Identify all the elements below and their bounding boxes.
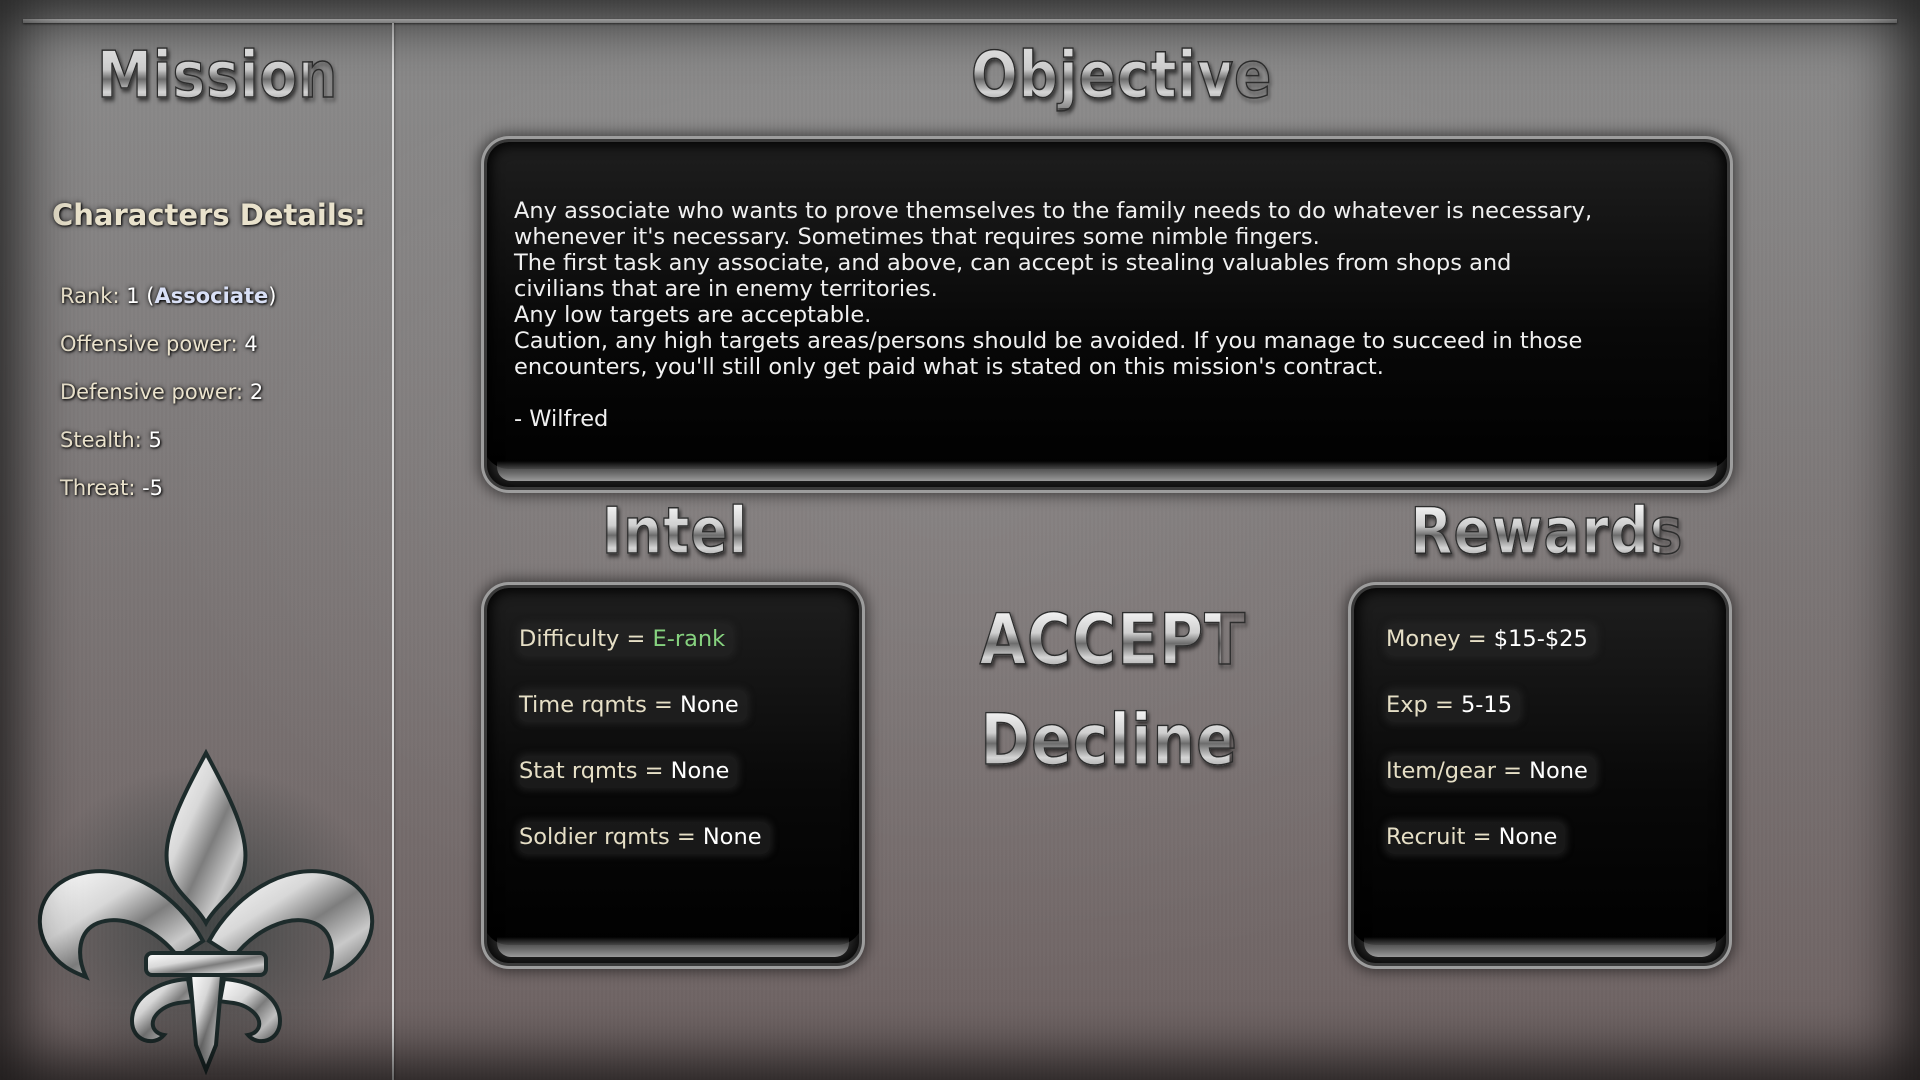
intel-list: Difficulty = E-rank Time rqmts = None St…	[519, 624, 849, 888]
intel-difficulty: Difficulty = E-rank	[519, 624, 849, 690]
top-divider	[23, 19, 1897, 23]
sidebar-divider	[392, 23, 394, 1080]
stat-stealth: Stealth: 5	[60, 428, 380, 476]
reward-money-label: Money =	[1386, 626, 1487, 652]
stat-defensive: Defensive power: 2	[60, 380, 380, 428]
intel-panel: Difficulty = E-rank Time rqmts = None St…	[487, 588, 859, 963]
objective-line: The first task any associate, and above,…	[514, 250, 1512, 276]
character-stats: Rank: 1 (Associate) Offensive power: 4 D…	[60, 284, 380, 524]
intel-stat-value: None	[670, 758, 730, 784]
objective-line: encounters, you'll still only get paid w…	[514, 354, 1384, 380]
reward-money-value: $15-$25	[1493, 626, 1588, 652]
rewards-list: Money = $15-$25 Exp = 5-15 Item/gear = N…	[1386, 624, 1716, 888]
stat-stealth-label: Stealth:	[60, 428, 142, 452]
intel-soldier-label: Soldier rqmts =	[519, 824, 696, 850]
stat-rank: Rank: 1 (Associate)	[60, 284, 380, 332]
intel-difficulty-label: Difficulty =	[519, 626, 646, 652]
reward-item: Item/gear = None	[1386, 756, 1716, 822]
stat-offensive: Offensive power: 4	[60, 332, 380, 380]
stat-rank-paren-open: (	[146, 284, 155, 308]
intel-soldier-value: None	[702, 824, 762, 850]
reward-exp: Exp = 5-15	[1386, 690, 1716, 756]
stat-rank-name: Associate	[154, 284, 269, 308]
fleur-de-lis-icon	[28, 748, 383, 1075]
rewards-heading: Rewards	[1410, 495, 1684, 569]
intel-time-label: Time rqmts =	[519, 692, 673, 718]
reward-item-label: Item/gear =	[1386, 758, 1522, 784]
objective-heading: Objective	[970, 39, 1273, 113]
objective-line: Caution, any high targets areas/persons …	[514, 328, 1583, 354]
intel-stat-label: Stat rqmts =	[519, 758, 664, 784]
stat-threat-label: Threat:	[60, 476, 136, 500]
objective-signature: - Wilfred	[514, 406, 609, 432]
reward-recruit: Recruit = None	[1386, 822, 1716, 888]
character-details-title: Characters Details:	[52, 198, 366, 232]
stat-defensive-value: 2	[249, 380, 264, 404]
intel-heading: Intel	[589, 499, 761, 565]
stat-threat-value: -5	[142, 476, 164, 500]
intel-time-value: None	[679, 692, 739, 718]
objective-spacer	[514, 380, 1704, 406]
stat-rank-value: 1	[126, 284, 140, 308]
intel-time: Time rqmts = None	[519, 690, 849, 756]
stat-stealth-value: 5	[148, 428, 162, 452]
stat-threat: Threat: -5	[60, 476, 380, 524]
objective-text: Any associate who wants to prove themsel…	[514, 198, 1704, 432]
intel-stat-chip: Stat rqmts = None	[519, 756, 738, 788]
objective-line: civilians that are in enemy territories.	[514, 276, 938, 302]
intel-soldier-chip: Soldier rqmts = None	[519, 822, 770, 854]
reward-money: Money = $15-$25	[1386, 624, 1716, 690]
reward-money-chip: Money = $15-$25	[1386, 624, 1596, 656]
reward-recruit-label: Recruit =	[1386, 824, 1492, 850]
reward-exp-value: 5-15	[1460, 692, 1513, 718]
stat-defensive-label: Defensive power:	[60, 380, 244, 404]
stat-offensive-value: 4	[244, 332, 258, 356]
mission-heading: Mission	[97, 39, 339, 113]
accept-button[interactable]: ACCEPT	[979, 604, 1246, 676]
objective-line: Any low targets are acceptable.	[514, 302, 872, 328]
reward-item-value: None	[1529, 758, 1588, 784]
intel-time-chip: Time rqmts = None	[519, 690, 747, 722]
intel-stat: Stat rqmts = None	[519, 756, 849, 822]
reward-exp-label: Exp =	[1386, 692, 1454, 718]
stat-rank-paren-close: )	[268, 284, 277, 308]
reward-exp-chip: Exp = 5-15	[1386, 690, 1521, 722]
reward-item-chip: Item/gear = None	[1386, 756, 1596, 788]
stat-offensive-label: Offensive power:	[60, 332, 238, 356]
reward-recruit-chip: Recruit = None	[1386, 822, 1566, 854]
objective-line: Any associate who wants to prove themsel…	[514, 198, 1593, 224]
objective-line: whenever it's necessary. Sometimes that …	[514, 224, 1320, 250]
intel-soldier: Soldier rqmts = None	[519, 822, 849, 888]
decline-button[interactable]: Decline	[980, 704, 1238, 776]
objective-panel: Any associate who wants to prove themsel…	[487, 142, 1727, 487]
rewards-panel: Money = $15-$25 Exp = 5-15 Item/gear = N…	[1354, 588, 1726, 963]
reward-recruit-value: None	[1498, 824, 1558, 850]
stat-rank-label: Rank:	[60, 284, 120, 308]
intel-difficulty-value: E-rank	[652, 626, 726, 652]
intel-difficulty-chip: Difficulty = E-rank	[519, 624, 734, 656]
